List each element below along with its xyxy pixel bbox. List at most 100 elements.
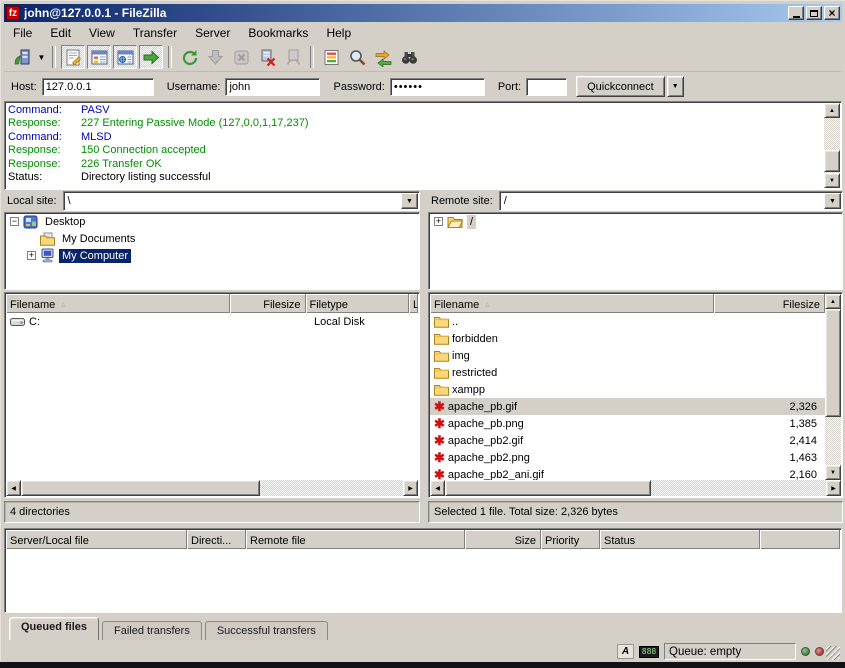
refresh-button[interactable]	[177, 45, 201, 69]
title-bar[interactable]: fz john@127.0.0.1 - FileZilla ×	[4, 4, 842, 22]
toggle-local-tree-button[interactable]	[87, 45, 111, 69]
scroll-up-icon[interactable]: ▲	[825, 294, 841, 309]
remote-site-value: /	[500, 195, 823, 207]
remote-hscroll[interactable]: ◀ ▶	[430, 480, 841, 496]
file-row[interactable]: ✱apache_pb.png1,385	[430, 415, 825, 432]
tree-item[interactable]: +/	[429, 213, 842, 230]
scroll-down-icon[interactable]: ▼	[824, 173, 840, 188]
filter-button[interactable]	[319, 45, 343, 69]
column-header-priority[interactable]: Priority	[541, 530, 600, 549]
local-hscroll[interactable]: ◀ ▶	[6, 480, 418, 496]
file-row[interactable]: ✱apache_pb2.png1,463	[430, 449, 825, 466]
column-header-label: Filetype	[310, 299, 349, 311]
port-input[interactable]	[526, 78, 567, 96]
quickconnect-dropdown-button[interactable]: ▼	[667, 76, 684, 97]
column-header-directi-[interactable]: Directi...	[187, 530, 246, 549]
site-manager-button[interactable]	[10, 45, 34, 69]
reconnect-button[interactable]	[281, 45, 305, 69]
maximize-button[interactable]	[806, 6, 822, 20]
remote-directory-tree[interactable]: +/	[428, 212, 843, 290]
tree-item[interactable]: −Desktop	[5, 213, 419, 230]
toggle-message-log-button[interactable]	[61, 45, 85, 69]
column-header-filename[interactable]: Filename▵	[430, 294, 714, 313]
column-header-l[interactable]: L	[409, 294, 418, 313]
menu-view[interactable]: View	[80, 24, 124, 42]
password-input[interactable]	[390, 78, 485, 96]
find-files-button[interactable]	[397, 45, 421, 69]
column-header-server-local-file[interactable]: Server/Local file	[6, 530, 187, 549]
file-row[interactable]: ✱apache_pb2_ani.gif2,160	[430, 466, 825, 480]
scroll-up-icon[interactable]: ▲	[824, 103, 840, 118]
synchronized-browsing-button[interactable]	[371, 45, 395, 69]
remote-vscroll-thumb[interactable]	[825, 309, 841, 417]
tab-failed-transfers[interactable]: Failed transfers	[102, 621, 202, 640]
image-file-icon: ✱	[434, 468, 445, 480]
username-input[interactable]	[225, 78, 320, 96]
speed-limit-indicator-icon[interactable]: 888	[639, 646, 659, 658]
menu-server[interactable]: Server	[186, 24, 239, 42]
expand-icon[interactable]: +	[27, 251, 36, 260]
filename-cell: C:	[6, 316, 233, 328]
scroll-down-icon[interactable]: ▼	[825, 465, 841, 480]
tree-item[interactable]: +My Computer	[5, 247, 419, 264]
column-header-size[interactable]: Size	[465, 530, 541, 549]
tab-queued-files[interactable]: Queued files	[9, 617, 99, 640]
minimize-button[interactable]	[788, 6, 804, 20]
close-button[interactable]: ×	[824, 6, 840, 20]
log-scrollbar[interactable]: ▲ ▼	[824, 103, 840, 188]
menu-help[interactable]: Help	[317, 24, 360, 42]
file-row[interactable]: restricted	[430, 364, 825, 381]
queue-header: Server/Local fileDirecti...Remote fileSi…	[6, 530, 840, 549]
collapse-icon[interactable]: −	[10, 217, 19, 226]
file-row[interactable]: forbidden	[430, 330, 825, 347]
menu-edit[interactable]: Edit	[41, 24, 80, 42]
menu-transfer[interactable]: Transfer	[124, 24, 186, 42]
file-row[interactable]: img	[430, 347, 825, 364]
scroll-right-icon[interactable]: ▶	[403, 480, 418, 496]
toggle-remote-tree-button[interactable]	[113, 45, 137, 69]
file-row[interactable]: C:Local Disk	[6, 313, 418, 330]
remote-site-combo-arrow-icon[interactable]: ▼	[824, 193, 841, 209]
tab-successful-transfers[interactable]: Successful transfers	[205, 621, 328, 640]
remote-site-combo[interactable]: / ▼	[499, 191, 843, 211]
remote-hscroll-thumb[interactable]	[445, 480, 651, 496]
reconnect-icon	[284, 48, 303, 67]
column-header-status[interactable]: Status	[600, 530, 760, 549]
local-directory-tree[interactable]: −DesktopMy Documents+My Computer	[4, 212, 420, 290]
column-header-filesize[interactable]: Filesize	[230, 294, 306, 313]
column-header-filetype[interactable]: Filetype	[306, 294, 409, 313]
log-scroll-thumb[interactable]	[824, 150, 840, 172]
log-line-text: Directory listing successful	[81, 171, 211, 183]
resize-grip[interactable]	[826, 646, 840, 660]
column-header-filename[interactable]: Filename▵	[6, 294, 230, 313]
scroll-left-icon[interactable]: ◀	[6, 480, 21, 496]
local-site-combo-arrow-icon[interactable]: ▼	[401, 193, 418, 209]
menu-bookmarks[interactable]: Bookmarks	[239, 24, 317, 42]
local-hscroll-thumb[interactable]	[21, 480, 260, 496]
scroll-right-icon[interactable]: ▶	[826, 480, 841, 496]
expand-icon[interactable]: +	[434, 217, 443, 226]
file-row[interactable]: ..	[430, 313, 825, 330]
quickconnect-button[interactable]: Quickconnect	[576, 76, 665, 97]
column-header-remote-file[interactable]: Remote file	[246, 530, 465, 549]
process-queue-button[interactable]	[203, 45, 227, 69]
site-manager-dropdown-icon[interactable]: ▼	[35, 45, 48, 69]
remote-vscroll[interactable]: ▲ ▼	[825, 294, 841, 480]
disconnect-button[interactable]	[255, 45, 279, 69]
file-row[interactable]: ✱apache_pb2.gif2,414	[430, 432, 825, 449]
filename-cell: restricted	[430, 366, 714, 379]
tree-item[interactable]: My Documents	[5, 230, 419, 247]
queue-body[interactable]	[6, 549, 840, 611]
directory-comparison-button[interactable]	[345, 45, 369, 69]
file-row[interactable]: ✱apache_pb.gif2,326	[430, 398, 825, 415]
toolbar-separator	[310, 46, 314, 68]
local-site-combo[interactable]: \ ▼	[63, 191, 420, 211]
scroll-left-icon[interactable]: ◀	[430, 480, 445, 496]
toggle-transfer-queue-button[interactable]	[139, 45, 163, 69]
cancel-operation-button[interactable]	[229, 45, 253, 69]
menu-file[interactable]: File	[4, 24, 41, 42]
host-input[interactable]	[42, 78, 154, 96]
queue-status-text: Queue: empty	[664, 643, 796, 660]
column-header-filesize[interactable]: Filesize	[714, 294, 825, 313]
file-row[interactable]: xampp	[430, 381, 825, 398]
